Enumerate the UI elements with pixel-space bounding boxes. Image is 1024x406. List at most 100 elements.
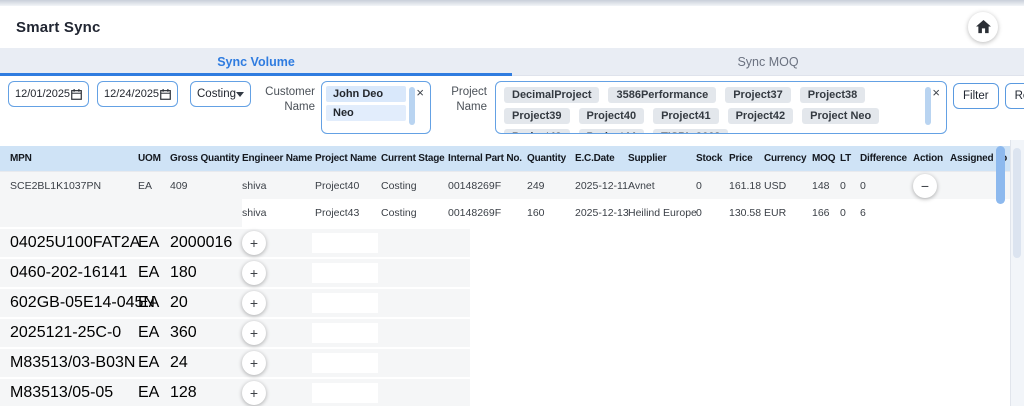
supplier-value: Heilind Europe	[628, 207, 697, 219]
merged-mpn-cell	[0, 199, 242, 227]
gross-qty-value: 360	[170, 324, 197, 341]
column-header-action: Action	[913, 153, 943, 164]
page-scrollbar[interactable]	[1010, 140, 1024, 406]
expand-row-button[interactable]: +	[242, 381, 266, 405]
stage-select[interactable]: Costing	[190, 81, 251, 107]
stock-value: 0	[696, 207, 702, 219]
project-value: Project43	[315, 207, 360, 219]
project-chip[interactable]: Project39	[504, 108, 570, 124]
project-chip[interactable]: Project41	[653, 108, 719, 124]
table-row: 04025U100FAT2A EA 2000016 +	[0, 229, 1024, 257]
home-button[interactable]	[968, 12, 998, 42]
project-name-listbox[interactable]: DecimalProject 3586Performance Project37…	[495, 81, 947, 134]
project-chip[interactable]: Project37	[725, 87, 791, 103]
table-scrollbar-thumb[interactable]	[996, 146, 1005, 204]
page-title: Smart Sync	[16, 18, 101, 36]
column-header-ecdate: E.C.Date	[575, 153, 615, 164]
price-value: 161.18	[729, 179, 762, 192]
uom-value: EA	[138, 354, 160, 371]
date-from-input[interactable]	[15, 88, 71, 100]
close-icon[interactable]: ×	[929, 86, 943, 99]
customer-option[interactable]: John Deo	[326, 86, 406, 102]
customer-name-label: Customer Name	[265, 86, 315, 113]
tab-bar: Sync Volume Sync MOQ	[0, 48, 1024, 76]
calendar-icon	[71, 88, 82, 100]
column-header-project: Project Name	[315, 153, 377, 164]
calendar-icon	[160, 88, 171, 100]
tab-sync-volume[interactable]: Sync Volume	[0, 48, 512, 76]
uom-value: EA	[138, 294, 160, 311]
table-header-row: MPN UOM Gross Quantity Engineer Name Pro…	[0, 146, 1024, 171]
mpn-value: 0460-202-16141	[10, 264, 128, 281]
minus-icon: −	[920, 177, 930, 194]
project-chip[interactable]: Project Neo	[802, 108, 880, 124]
table-row: 0460-202-16141 EA 180 +	[0, 259, 1024, 287]
date-from-field[interactable]	[8, 81, 89, 107]
reset-button[interactable]: Reset	[1004, 83, 1024, 109]
uom-value: EA	[138, 179, 153, 192]
uom-value: EA	[138, 384, 160, 401]
mpn-value: M83513/05-05	[10, 384, 114, 401]
plus-icon: +	[249, 235, 259, 251]
mpn-value: 04025U100FAT2A	[10, 234, 141, 251]
date-to-input[interactable]	[104, 88, 160, 100]
project-chip[interactable]: Project38	[799, 87, 866, 103]
gross-qty-value: 180	[170, 264, 197, 281]
table-row: 602GB-05E14-045N EA 20 +	[0, 289, 1024, 317]
gross-qty-value: 20	[170, 294, 188, 311]
price-value: 130.58	[729, 207, 762, 219]
gross-qty-value: 2000016	[170, 234, 233, 251]
project-value: Project40	[315, 179, 360, 192]
lt-value: 0	[840, 207, 846, 219]
expand-row-button[interactable]: +	[242, 231, 266, 255]
column-header-gross-qty: Gross Quantity	[170, 153, 240, 164]
project-chip[interactable]: DecimalProject	[504, 87, 600, 103]
column-header-stock: Stock	[696, 153, 723, 164]
quantity-value: 160	[527, 207, 545, 219]
mpn-value: M83513/03-B03N	[10, 354, 136, 371]
stock-value: 0	[696, 179, 702, 192]
project-chip[interactable]: Project44	[578, 129, 645, 133]
project-chip[interactable]: TISPL-3663	[653, 129, 729, 133]
sync-volume-table: MPN UOM Gross Quantity Engineer Name Pro…	[0, 146, 1024, 406]
plus-icon: +	[249, 325, 259, 341]
gross-qty-value: 128	[170, 384, 197, 401]
currency-value: EUR	[764, 207, 787, 219]
difference-value: 6	[860, 207, 866, 219]
customer-option[interactable]: Neo	[326, 105, 406, 121]
date-to-field[interactable]	[97, 81, 178, 107]
plus-icon: +	[249, 295, 259, 311]
table-row: M83513/03-B03N EA 24 +	[0, 349, 1024, 377]
table-row-expanded: SCE2BL1K1037PN EA 409 shiva Project40 Co…	[0, 171, 1024, 199]
page-scrollbar-thumb[interactable]	[1013, 148, 1021, 258]
project-chip[interactable]: Project43	[504, 129, 570, 133]
stage-value: Costing	[381, 179, 417, 192]
expand-row-button[interactable]: +	[242, 261, 266, 285]
close-icon[interactable]: ×	[413, 86, 427, 99]
ecdate-value: 2025-12-13	[575, 207, 629, 219]
customer-name-listbox[interactable]: John Deo Neo ×	[321, 81, 431, 134]
project-name-label: Project Name	[451, 86, 487, 113]
column-header-currency: Currency	[764, 153, 807, 164]
moq-value: 148	[812, 179, 830, 192]
filter-button[interactable]: Filter	[953, 83, 999, 109]
collapse-row-button[interactable]: −	[913, 173, 937, 198]
project-chip[interactable]: 3586Performance	[608, 87, 717, 103]
mpn-value: 2025121-25C-0	[10, 324, 122, 341]
project-chip[interactable]: Project42	[727, 108, 794, 124]
quantity-value: 249	[527, 179, 545, 192]
empty-project-cell	[312, 383, 378, 403]
gross-qty-value: 409	[170, 179, 188, 192]
expand-row-button[interactable]: +	[242, 321, 266, 345]
home-icon	[975, 20, 991, 34]
table-row-expanded-detail: shiva Project43 Costing 00148269F 160 20…	[0, 199, 1024, 227]
project-chip[interactable]: Project40	[578, 108, 645, 124]
expand-row-button[interactable]: +	[242, 291, 266, 315]
uom-value: EA	[138, 264, 160, 281]
tab-sync-moq[interactable]: Sync MOQ	[512, 48, 1024, 75]
supplier-value: Avnet	[628, 179, 655, 192]
internal-part-value: 00148269F	[448, 179, 502, 192]
mpn-value: SCE2BL1K1037PN	[10, 179, 102, 192]
column-header-internal: Internal Part No.	[448, 153, 522, 164]
expand-row-button[interactable]: +	[242, 351, 266, 375]
